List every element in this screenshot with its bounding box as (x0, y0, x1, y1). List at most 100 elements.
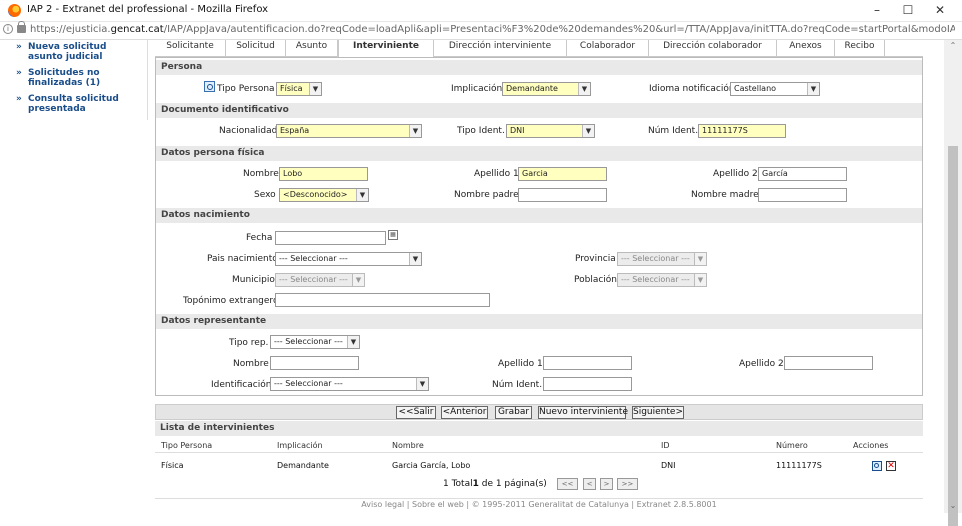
nombre-madre-input[interactable] (758, 188, 847, 202)
window-titlebar: IAP 2 - Extranet del professional - Mozi… (0, 0, 962, 22)
toponimo-label: Topónimo extrangero (183, 296, 279, 306)
scroll-down-icon[interactable]: ⌄ (948, 502, 958, 510)
chevron-down-icon: ▼ (578, 83, 590, 95)
tab-interviniente[interactable]: Interviniente (338, 40, 434, 58)
scroll-thumb[interactable] (948, 146, 958, 526)
scroll-up-icon[interactable]: ⌃ (948, 42, 958, 50)
pager-prev-button[interactable]: < (583, 478, 596, 490)
divider (155, 452, 923, 453)
provincia-label: Provincia (575, 254, 616, 264)
apellido2-input[interactable]: García (758, 167, 847, 181)
anterior-button[interactable]: <Anterior (441, 406, 488, 419)
close-button[interactable]: ✕ (925, 2, 955, 18)
firefox-icon (8, 4, 21, 17)
nombre-madre-label: Nombre madre (691, 190, 759, 200)
column-header: ID (661, 441, 670, 450)
sidebar-item-nueva-solicitud[interactable]: » Nueva solicitud asunto judicial (16, 42, 141, 62)
calendar-icon[interactable]: ▦ (388, 230, 398, 240)
row-id: DNI (661, 461, 676, 470)
identificacion-select[interactable]: --- Seleccionar --- ▼ (270, 377, 429, 391)
num-ident-input[interactable]: 11111177S (698, 124, 786, 138)
tipo-rep-select[interactable]: --- Seleccionar --- ▼ (270, 335, 360, 349)
sexo-select[interactable]: <Desconocido> ▼ (279, 188, 369, 202)
double-arrow-icon: » (16, 68, 22, 78)
pager-last-button[interactable]: >> (617, 478, 638, 490)
intervinientes-list: Lista de intervinientes Tipo Persona Imp… (155, 421, 923, 496)
minimize-button[interactable]: – (862, 2, 892, 18)
nuevo-interviniente-button[interactable]: Nuevo interviniente (538, 406, 628, 419)
chevron-down-icon: ▼ (409, 253, 421, 265)
idioma-notificacion-select[interactable]: Castellano ▼ (730, 82, 820, 96)
double-arrow-icon: » (16, 42, 22, 52)
view-icon[interactable] (872, 461, 882, 471)
rep-apellido1-input[interactable] (543, 356, 632, 370)
sexo-label: Sexo (254, 190, 276, 200)
implicacion-select[interactable]: Demandante ▼ (502, 82, 591, 96)
footer: Aviso legal | Sobre el web | © 1995-2011… (155, 498, 923, 510)
implicacion-label: Implicación (451, 84, 503, 94)
tipo-persona-select[interactable]: Física ▼ (276, 82, 322, 96)
maximize-button[interactable]: ☐ (893, 2, 923, 18)
rep-nombre-input[interactable] (270, 356, 359, 370)
row-numero: 11111177S (776, 461, 822, 470)
poblacion-select[interactable]: --- Seleccionar --- ▼ (617, 273, 707, 287)
municipio-select[interactable]: --- Seleccionar --- ▼ (275, 273, 365, 287)
search-icon[interactable] (204, 81, 215, 92)
info-icon[interactable]: i (3, 24, 13, 34)
aviso-legal-link[interactable]: Aviso legal (361, 500, 404, 509)
delete-icon[interactable]: ✕ (886, 461, 896, 471)
sobre-web-link[interactable]: Sobre el web (412, 500, 464, 509)
nacionalidad-select[interactable]: España ▼ (276, 124, 422, 138)
url-bar[interactable]: i https://ejusticia.gencat.cat/IAP/AppJa… (0, 21, 962, 40)
chevron-down-icon: ▼ (309, 83, 321, 95)
grabar-button[interactable]: Grabar (495, 406, 532, 419)
tab-direccion-interviniente[interactable]: Dirección interviniente (434, 40, 567, 57)
tab-solicitud[interactable]: Solicitud (226, 40, 286, 57)
tab-anexos[interactable]: Anexos (777, 40, 835, 57)
pais-nacimiento-select[interactable]: --- Seleccionar --- ▼ (275, 252, 422, 266)
pager-first-button[interactable]: << (557, 478, 578, 490)
sidebar-item-no-finalizadas[interactable]: » Solicitudes no finalizadas (1) (16, 68, 141, 88)
sidebar-item-consulta[interactable]: » Consulta solicitud presentada (16, 94, 141, 114)
tipo-persona-label: Tipo Persona (217, 84, 275, 94)
nombre-input[interactable]: Lobo (279, 167, 368, 181)
rep-num-ident-label: Núm Ident. (492, 380, 543, 390)
tab-recibo[interactable]: Recibo (835, 40, 885, 57)
row-nombre: Garcia García, Lobo (392, 461, 471, 470)
vertical-scrollbar[interactable]: ⌃ ⌄ (944, 40, 962, 526)
pager-next-button[interactable]: > (600, 478, 613, 490)
fecha-input[interactable] (275, 231, 386, 245)
row-tipo-persona: Física (161, 461, 184, 470)
tab-asunto[interactable]: Asunto (286, 40, 338, 57)
section-nacimiento: Datos nacimiento (156, 208, 922, 223)
chevron-down-icon: ▼ (807, 83, 819, 95)
chevron-down-icon: ▼ (352, 274, 364, 286)
tab-solicitante[interactable]: Solicitante (155, 40, 226, 57)
tipo-ident-select[interactable]: DNI ▼ (506, 124, 595, 138)
column-header: Acciones (853, 441, 889, 450)
double-arrow-icon: » (16, 94, 22, 104)
footer-separator: | (404, 500, 412, 509)
siguiente-button[interactable]: Siguiente> (632, 406, 684, 419)
salir-button[interactable]: <<Salir (396, 406, 436, 419)
rep-num-ident-input[interactable] (543, 377, 632, 391)
column-header: Nombre (392, 441, 424, 450)
rep-apellido2-input[interactable] (784, 356, 873, 370)
rep-apellido2-label: Apellido 2 (739, 359, 784, 369)
pagination-info: 1 Total1 de 1 página(s) (443, 479, 547, 489)
pais-nacimiento-label: Pais nacimiento (207, 254, 278, 264)
tab-colaborador[interactable]: Colaborador (567, 40, 649, 57)
tab-direccion-colaborador[interactable]: Dirección colaborador (649, 40, 777, 57)
lock-icon[interactable] (17, 21, 26, 33)
nombre-padre-input[interactable] (518, 188, 607, 202)
apellido1-input[interactable]: Garcia (518, 167, 607, 181)
provincia-select[interactable]: --- Seleccionar --- ▼ (617, 252, 707, 266)
column-header: Implicación (277, 441, 323, 450)
toponimo-input[interactable] (275, 293, 490, 307)
chevron-down-icon: ▼ (582, 125, 594, 137)
sidebar: » Nueva solicitud asunto judicial » Soli… (0, 40, 148, 120)
url-text[interactable]: https://ejusticia.gencat.cat/IAP/AppJava… (30, 24, 955, 35)
chevron-down-icon: ▼ (356, 189, 368, 201)
nombre-padre-label: Nombre padre (454, 190, 519, 200)
rep-apellido1-label: Apellido 1 (498, 359, 543, 369)
